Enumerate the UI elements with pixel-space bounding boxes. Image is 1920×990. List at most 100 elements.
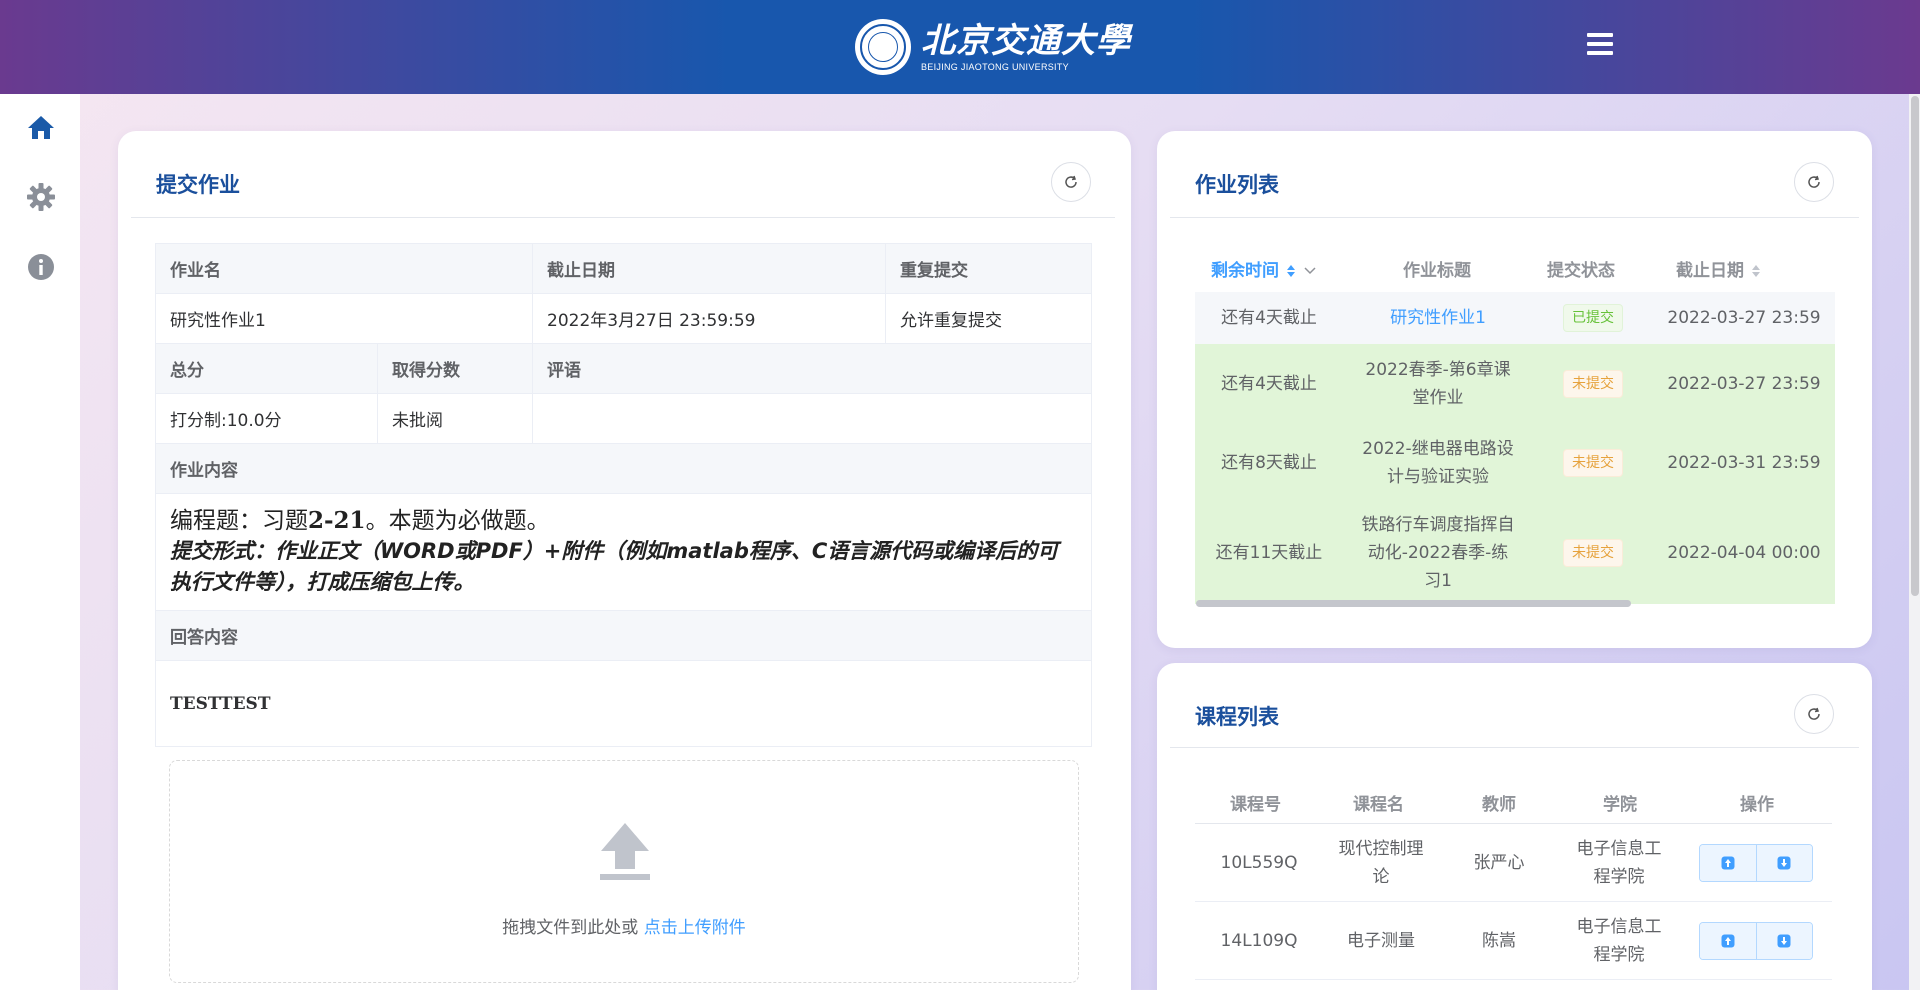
homework-content: 编程题：习题2-21。本题为必做题。 提交形式：作业正文（WORD或PDF）+附… <box>155 493 1092 611</box>
arrow-down-circle-icon <box>1777 856 1791 869</box>
cell-deadline: 2022-03-31 23:59 <box>1667 452 1821 473</box>
status-badge: 未提交 <box>1563 538 1623 567</box>
label-resubmit: 重复提交 <box>885 243 1092 294</box>
cell-actions <box>1679 824 1832 901</box>
table-row[interactable]: 还有8天截止 2022-继电器电路设计与验证实验 未提交 2022-03-31 23:… <box>1195 424 1835 502</box>
cell-name-text: 现代控制理论 <box>1338 838 1424 887</box>
horizontal-scrollbar[interactable] <box>1196 600 1631 607</box>
value-comment <box>532 393 1092 444</box>
upload-arrow-icon <box>599 821 651 885</box>
label-comment: 评语 <box>532 343 1092 394</box>
click-upload-link[interactable]: 点击上传附件 <box>644 918 746 938</box>
top-header: 北京交通大學 BEIJING JIAOTONG UNIVERSITY <box>0 0 1920 94</box>
value-homework-name: 研究性作业1 <box>155 293 533 344</box>
hamburger-menu-icon[interactable] <box>1587 33 1613 55</box>
card-title: 课程列表 <box>1195 705 1279 729</box>
home-icon[interactable] <box>26 112 56 142</box>
cell-deadline: 2022-04-04 00:00 <box>1653 502 1835 603</box>
status-badge: 已提交 <box>1563 303 1623 332</box>
column-teacher: 教师 <box>1482 795 1516 815</box>
sort-icon <box>1286 265 1295 277</box>
refresh-icon <box>1808 707 1820 720</box>
upload-action-button[interactable] <box>1699 922 1756 959</box>
refresh-button[interactable] <box>1051 162 1091 202</box>
page-scrollbar-thumb[interactable] <box>1911 96 1919 596</box>
column-submit-status: 提交状态 <box>1547 261 1615 281</box>
cell-teacher: 陈嵩 <box>1439 902 1559 979</box>
label-answer-content: 回答内容 <box>155 610 1092 661</box>
cell-college: 电子信息工程学院 <box>1559 824 1679 901</box>
table-row[interactable]: 还有4天截止 2022春季-第6章课堂作业 未提交 2022-03-27 23:59 <box>1195 344 1835 424</box>
value-total-score: 打分制:10.0分 <box>155 393 378 444</box>
table-row[interactable]: 还有11天截止 铁路行车调度指挥自动化-2022春季-练习1 未提交 2022-04-… <box>1195 502 1835 604</box>
refresh-button[interactable] <box>1794 694 1834 734</box>
logo-english-name: BEIJING JIAOTONG UNIVERSITY <box>921 62 1069 72</box>
status-badge: 未提交 <box>1563 369 1623 398</box>
label-obtained-score: 取得分数 <box>377 343 533 394</box>
card-title: 提交作业 <box>156 173 240 197</box>
university-seal-icon <box>855 19 911 75</box>
homework-info-table: 作业名 截止日期 重复提交 研究性作业1 2022年3月27日 23:59:59… <box>155 243 1092 747</box>
action-button-group <box>1698 921 1813 960</box>
column-course-code: 课程号 <box>1230 795 1281 815</box>
chevron-down-icon <box>1304 267 1316 275</box>
column-homework-title: 作业标题 <box>1403 261 1471 281</box>
cell-status: 未提交 <box>1533 502 1653 603</box>
value-deadline: 2022年3月27日 23:59:59 <box>532 293 886 344</box>
cell-teacher: 张严心 <box>1439 824 1559 901</box>
cell-code: 14L109Q <box>1195 902 1323 979</box>
content-submit-format: 提交形式：作业正文（WORD或PDF）+附件（例如matlab程序、C语言源代码… <box>170 539 1059 594</box>
cell-remain: 还有4天截止 <box>1195 292 1343 343</box>
upload-hint: 拖拽文件到此处或 点击上传附件 <box>502 918 746 938</box>
cell-remain: 还有11天截止 <box>1215 542 1323 563</box>
action-button-group <box>1698 843 1813 882</box>
gear-icon[interactable] <box>26 182 56 212</box>
download-action-button[interactable] <box>1755 922 1812 959</box>
cell-title: 2022春季-第6章课堂作业 <box>1365 359 1511 408</box>
cell-title: 2022-继电器电路设计与验证实验 <box>1343 424 1533 501</box>
logo-chinese-name: 北京交通大學 <box>921 21 1131 61</box>
cell-status: 已提交 <box>1533 292 1653 343</box>
cell-name: 现代控制理论 <box>1323 824 1439 901</box>
answer-content[interactable]: TESTTEST <box>155 660 1092 747</box>
table-row[interactable]: 还有4天截止 研究性作业1 已提交 2022-03-27 23:59 <box>1195 292 1835 344</box>
column-deadline[interactable]: 截止日期 <box>1676 256 1762 281</box>
upload-dropzone[interactable]: 拖拽文件到此处或 点击上传附件 <box>169 760 1079 983</box>
cell-title: 铁路行车调度指挥自动化-2022春季-练习1 <box>1343 502 1533 603</box>
cell-code: 10L559Q <box>1195 824 1323 901</box>
cell-title: 2022-继电器电路设计与验证实验 <box>1362 438 1514 487</box>
cell-name-text: 电子测量 <box>1347 930 1415 951</box>
cell-college-text: 电子信息工程学院 <box>1576 916 1662 965</box>
cell-remain: 还有8天截止 <box>1195 424 1343 501</box>
cell-title[interactable]: 研究性作业1 <box>1372 304 1504 332</box>
cell-code-text: 14L109Q <box>1220 930 1298 951</box>
info-icon[interactable] <box>26 252 56 282</box>
cell-title: 2022春季-第6章课堂作业 <box>1343 344 1533 423</box>
sort-icon <box>1751 265 1760 277</box>
sidebar <box>0 94 80 990</box>
cell-status: 未提交 <box>1533 344 1653 423</box>
cell-deadline: 2022-03-27 23:59 <box>1653 292 1835 343</box>
cell-deadline: 2022-03-27 23:59 <box>1653 344 1835 423</box>
cell-title: 铁路行车调度指挥自动化-2022春季-练习1 <box>1361 514 1515 591</box>
cell-code-text: 10L559Q <box>1220 852 1298 873</box>
arrow-up-circle-icon <box>1721 856 1734 869</box>
university-logo[interactable]: 北京交通大學 BEIJING JIAOTONG UNIVERSITY <box>855 18 1131 76</box>
cell-teacher-text: 陈嵩 <box>1482 930 1516 951</box>
download-action-button[interactable] <box>1755 844 1812 881</box>
cell-deadline: 2022-04-04 00:00 <box>1667 542 1821 563</box>
refresh-button[interactable] <box>1794 162 1834 202</box>
cell-remain: 还有11天截止 <box>1195 502 1343 603</box>
cell-remain: 还有4天截止 <box>1221 373 1317 394</box>
upload-action-button[interactable] <box>1699 844 1756 881</box>
status-badge: 未提交 <box>1563 448 1623 477</box>
refresh-icon <box>1808 175 1820 188</box>
cell-deadline: 2022-03-31 23:59 <box>1653 424 1835 501</box>
column-remaining-time[interactable]: 剩余时间 <box>1211 256 1317 281</box>
label-total-score: 总分 <box>155 343 378 394</box>
cell-college-text: 电子信息工程学院 <box>1576 838 1662 887</box>
card-title: 作业列表 <box>1195 173 1279 197</box>
column-actions: 操作 <box>1740 795 1774 815</box>
cell-remain: 还有4天截止 <box>1195 344 1343 423</box>
value-resubmit: 允许重复提交 <box>885 293 1092 344</box>
